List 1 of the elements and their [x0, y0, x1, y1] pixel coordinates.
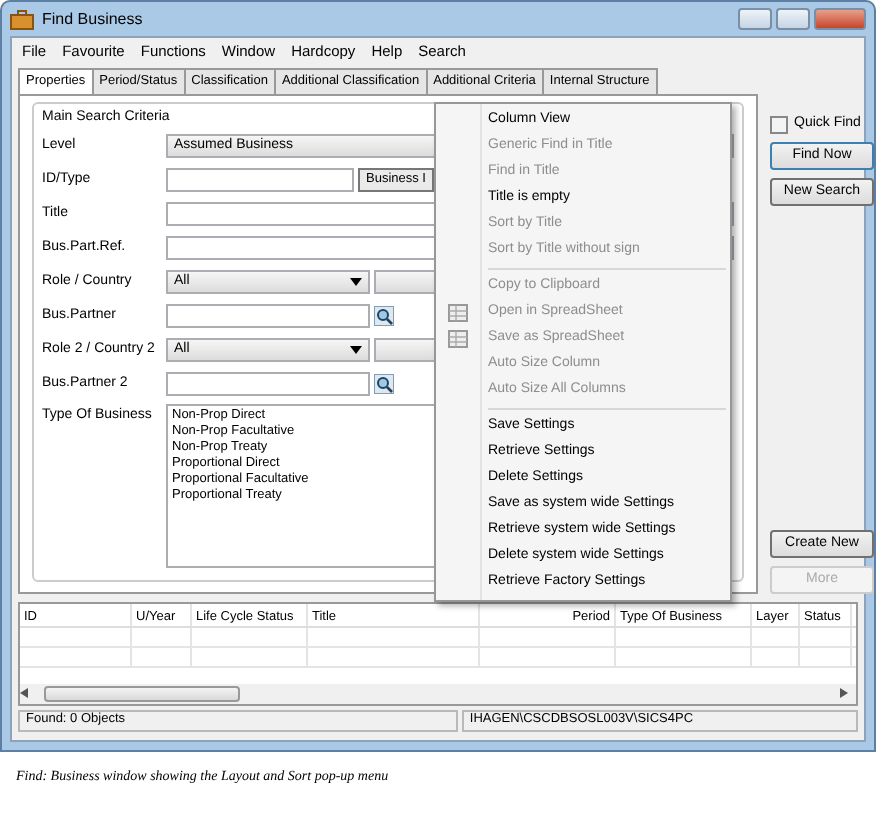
window-title: Find Business — [42, 7, 143, 31]
